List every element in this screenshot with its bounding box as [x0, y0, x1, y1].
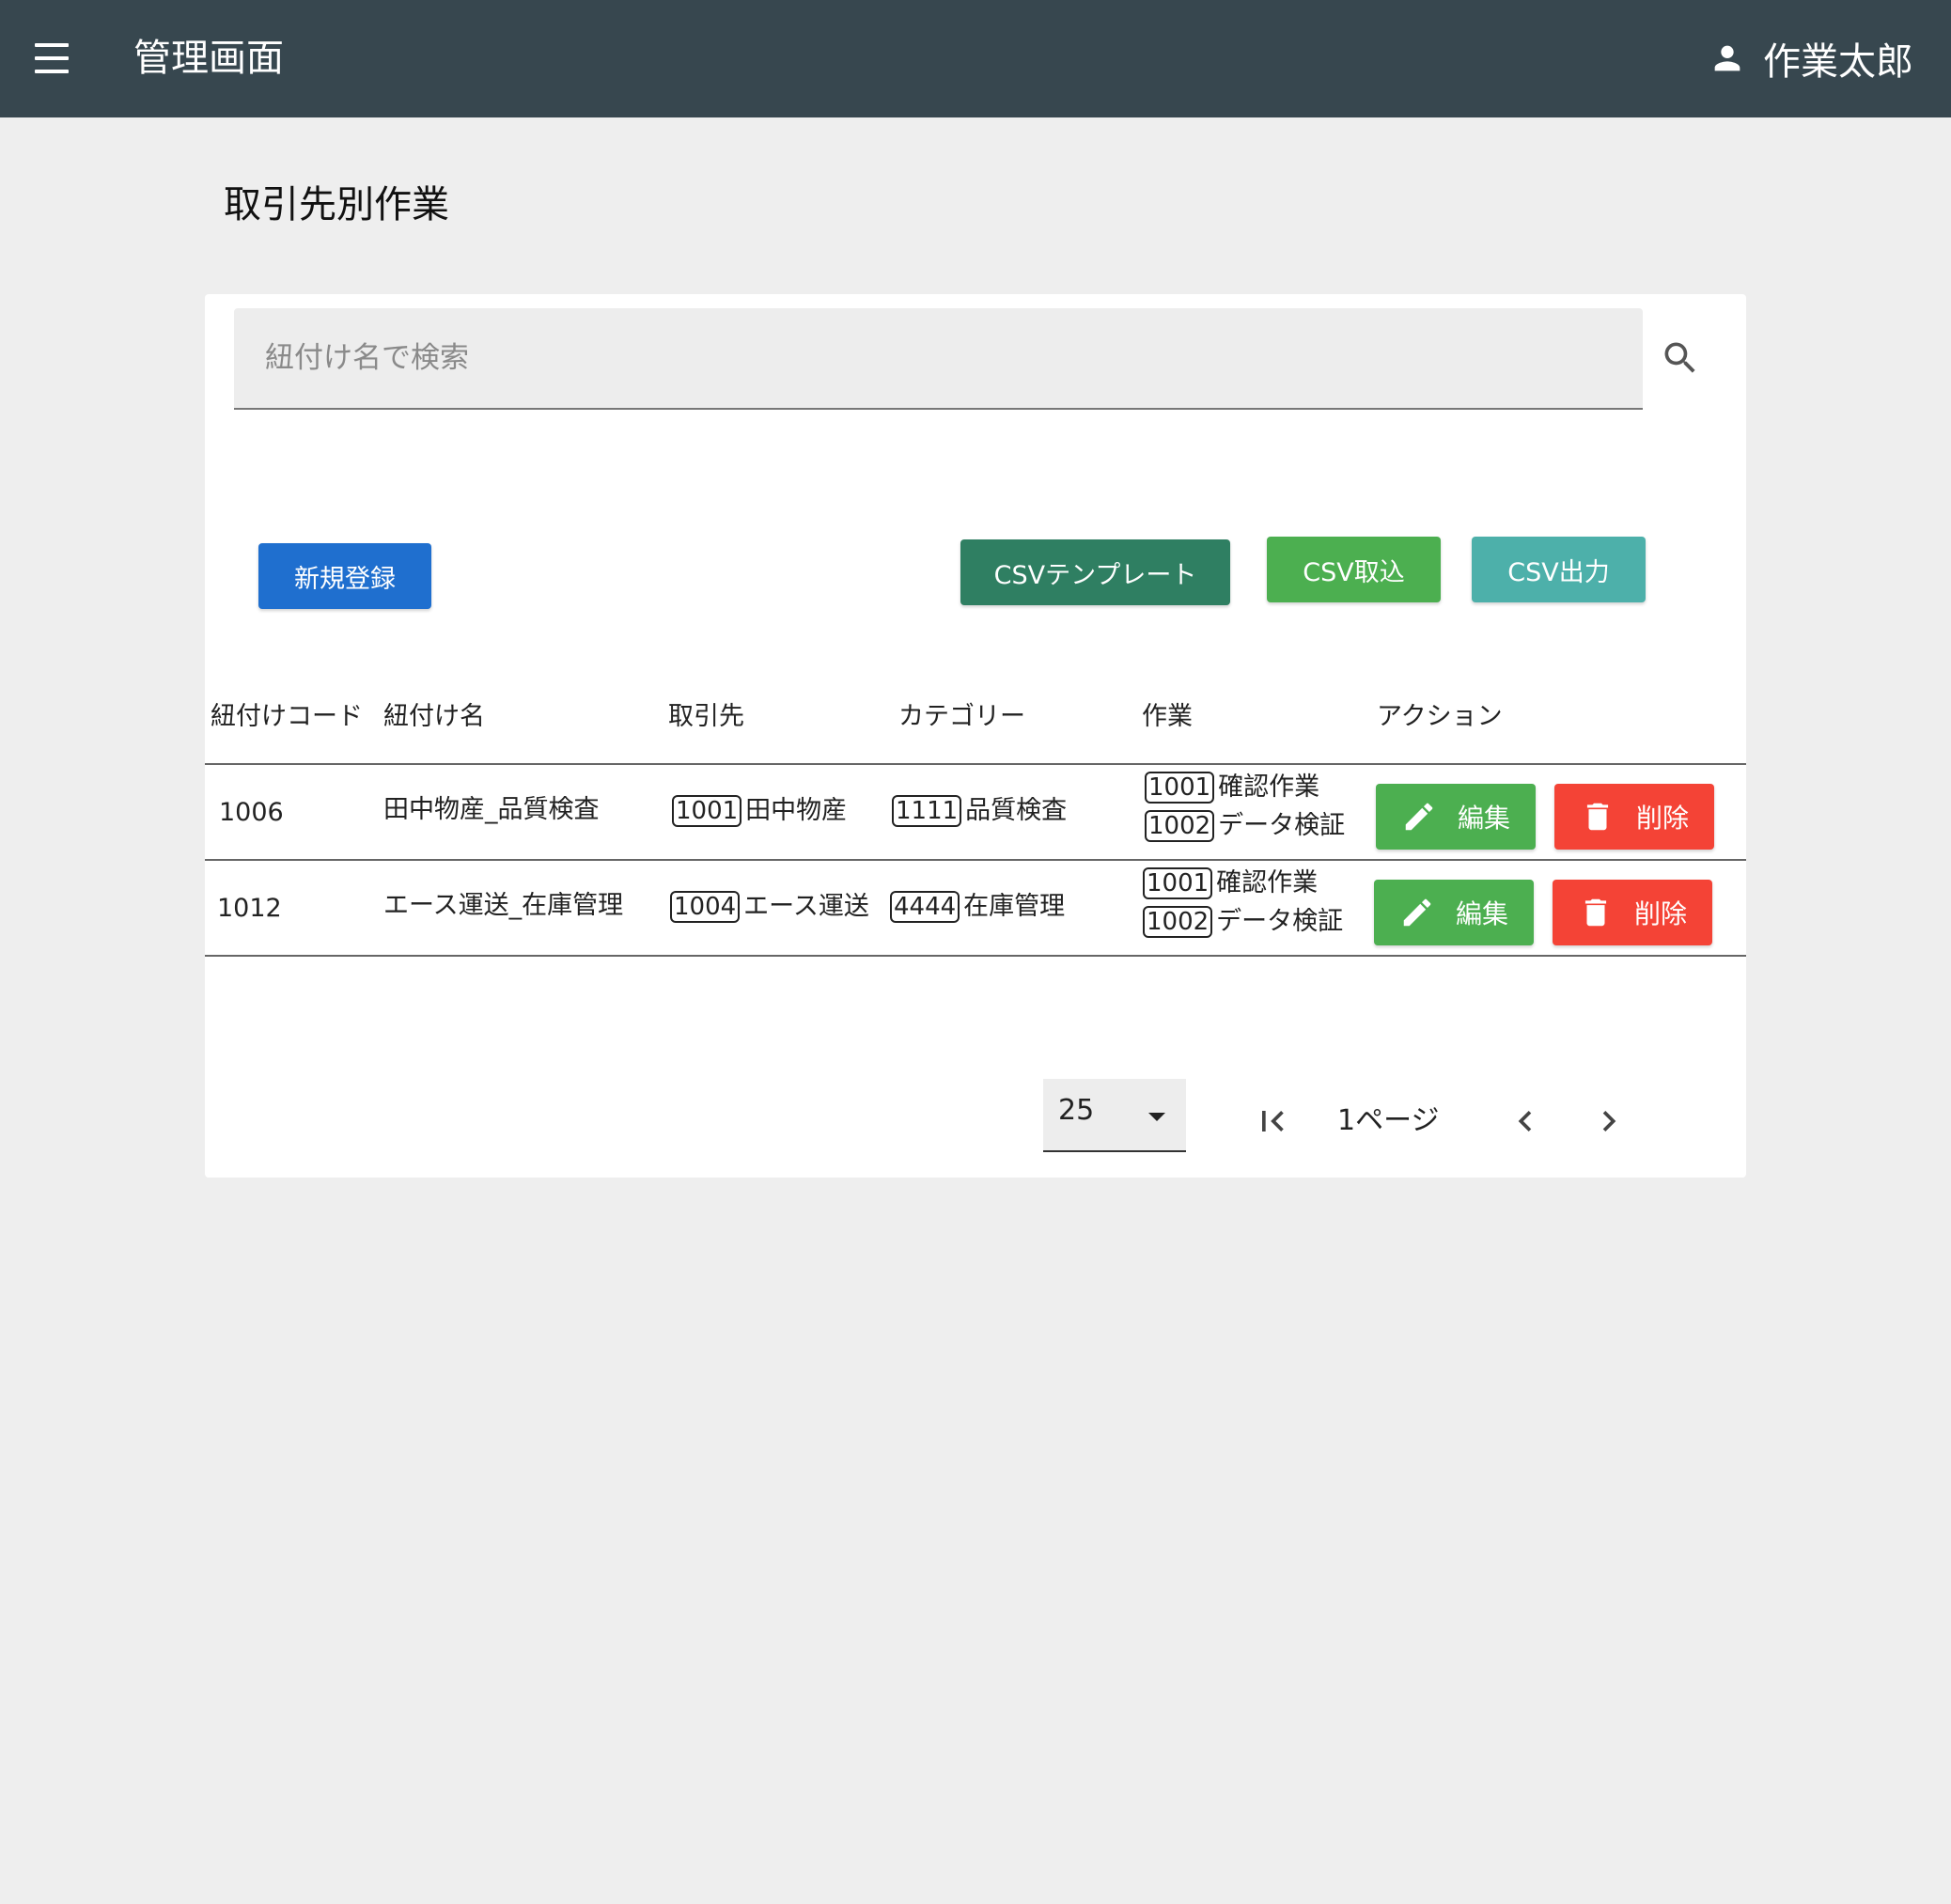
row-category: 1111 品質検査 [892, 792, 1067, 830]
row-name: エース運送_在庫管理 [383, 891, 624, 920]
row-code: 1006 [219, 798, 284, 827]
search-input[interactable] [234, 308, 1643, 408]
app-title: 管理画面 [133, 37, 284, 80]
column-header-name: 紐付け名 [383, 702, 485, 731]
task-item: 1002 データ検証 [1145, 807, 1345, 845]
pencil-icon [1403, 898, 1431, 927]
user-icon [1714, 45, 1740, 71]
task-item: 1002 データ検証 [1143, 903, 1343, 941]
pencil-icon [1405, 803, 1433, 831]
row-code: 1012 [217, 894, 282, 923]
category-code: 4444 [890, 891, 960, 923]
partner-code: 1004 [670, 891, 741, 923]
task-code: 1002 [1145, 810, 1215, 842]
task-name: 確認作業 [1218, 773, 1320, 802]
task-code: 1002 [1143, 906, 1213, 938]
delete-label: 削除 [1635, 803, 1689, 834]
column-header-partner: 取引先 [668, 702, 744, 731]
delete-button[interactable]: 削除 [1553, 880, 1712, 945]
dropdown-caret-icon [1148, 1113, 1165, 1121]
task-name: 確認作業 [1216, 868, 1319, 897]
partner-name: 田中物産 [745, 796, 848, 825]
rows-per-page-select[interactable]: 25 [1043, 1079, 1186, 1152]
trash-icon [1586, 803, 1609, 831]
page-indicator: 1ページ [1337, 1104, 1440, 1137]
edit-label: 編集 [1457, 803, 1510, 834]
search-icon[interactable] [1660, 337, 1701, 379]
task-item: 1001 確認作業 [1145, 769, 1319, 806]
table-divider [205, 859, 1746, 861]
user-name: 作業太郎 [1763, 40, 1913, 84]
delete-button[interactable]: 削除 [1554, 784, 1714, 850]
task-name: データ検証 [1218, 811, 1346, 840]
row-partner: 1001 田中物産 [672, 792, 847, 830]
first-page-icon[interactable] [1252, 1100, 1293, 1142]
edit-button[interactable]: 編集 [1374, 880, 1534, 945]
page-title: 取引先別作業 [224, 183, 449, 226]
row-name: 田中物産_品質検査 [383, 795, 600, 824]
column-header-category: カテゴリー [898, 702, 1025, 731]
task-code: 1001 [1143, 867, 1213, 899]
row-partner: 1004 エース運送 [670, 888, 869, 926]
column-header-code: 紐付けコード [211, 702, 363, 731]
csv-export-button[interactable]: CSV出力 [1472, 537, 1646, 602]
row-category: 4444 在庫管理 [890, 888, 1065, 926]
category-code: 1111 [892, 795, 962, 827]
column-header-action: アクション [1377, 702, 1503, 731]
partner-name: エース運送 [743, 892, 869, 921]
menu-icon[interactable] [26, 36, 77, 81]
delete-label: 削除 [1633, 898, 1687, 929]
trash-icon [1584, 898, 1607, 927]
edit-button[interactable]: 編集 [1376, 784, 1536, 850]
user-menu[interactable]: 作業太郎 [1709, 30, 1913, 86]
category-name: 在庫管理 [963, 892, 1066, 921]
table-divider [205, 955, 1746, 957]
category-name: 品質検査 [965, 796, 1068, 825]
prev-page-icon[interactable] [1505, 1100, 1546, 1142]
column-header-task: 作業 [1142, 702, 1193, 731]
new-register-button[interactable]: 新規登録 [258, 543, 431, 609]
table-divider [205, 763, 1746, 765]
edit-label: 編集 [1455, 898, 1508, 929]
content-card: 新規登録 CSVテンプレート CSV取込 CSV出力 紐付けコード 紐付け名 取… [205, 294, 1746, 1178]
task-item: 1001 確認作業 [1143, 865, 1318, 902]
csv-import-button[interactable]: CSV取込 [1267, 537, 1441, 602]
csv-template-button[interactable]: CSVテンプレート [960, 539, 1230, 605]
task-name: データ検証 [1216, 907, 1344, 936]
task-code: 1001 [1145, 772, 1215, 804]
rows-per-page-value: 25 [1058, 1094, 1095, 1127]
app-bar: 管理画面 作業太郎 [0, 0, 1951, 117]
search-field [234, 308, 1643, 410]
partner-code: 1001 [672, 795, 742, 827]
next-page-icon[interactable] [1588, 1100, 1630, 1142]
